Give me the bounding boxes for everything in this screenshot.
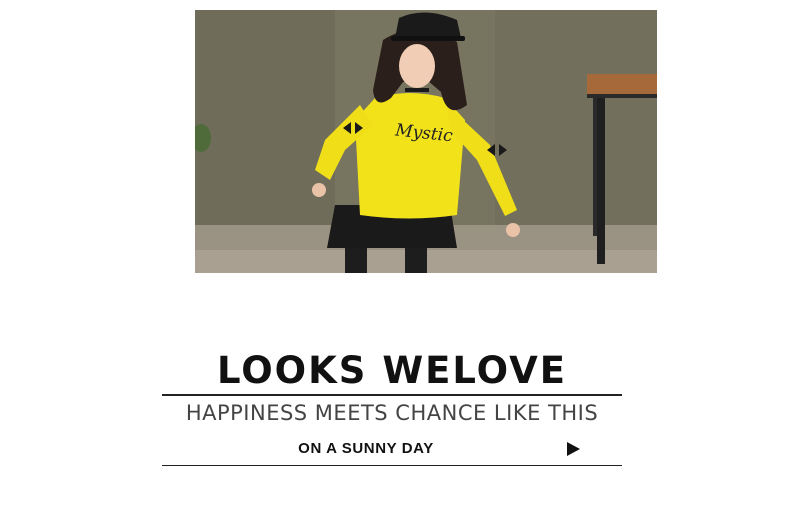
divider-top (162, 394, 622, 396)
photo-illustration: Mystic (195, 10, 657, 273)
headline: LOOKS WELOVE (216, 349, 568, 392)
subheadline: HAPPINESS MEETS CHANCE LIKE THIS (185, 401, 599, 425)
tagline: ON A SUNNY DAY (298, 440, 434, 457)
hand-right (506, 223, 520, 237)
table-top (587, 74, 657, 96)
table-leg (597, 98, 605, 264)
hand-left (312, 183, 326, 197)
product-photo: Mystic (195, 10, 657, 273)
divider-bottom (162, 465, 622, 466)
face (399, 44, 435, 88)
play-icon[interactable] (567, 442, 580, 456)
choker (405, 88, 429, 92)
